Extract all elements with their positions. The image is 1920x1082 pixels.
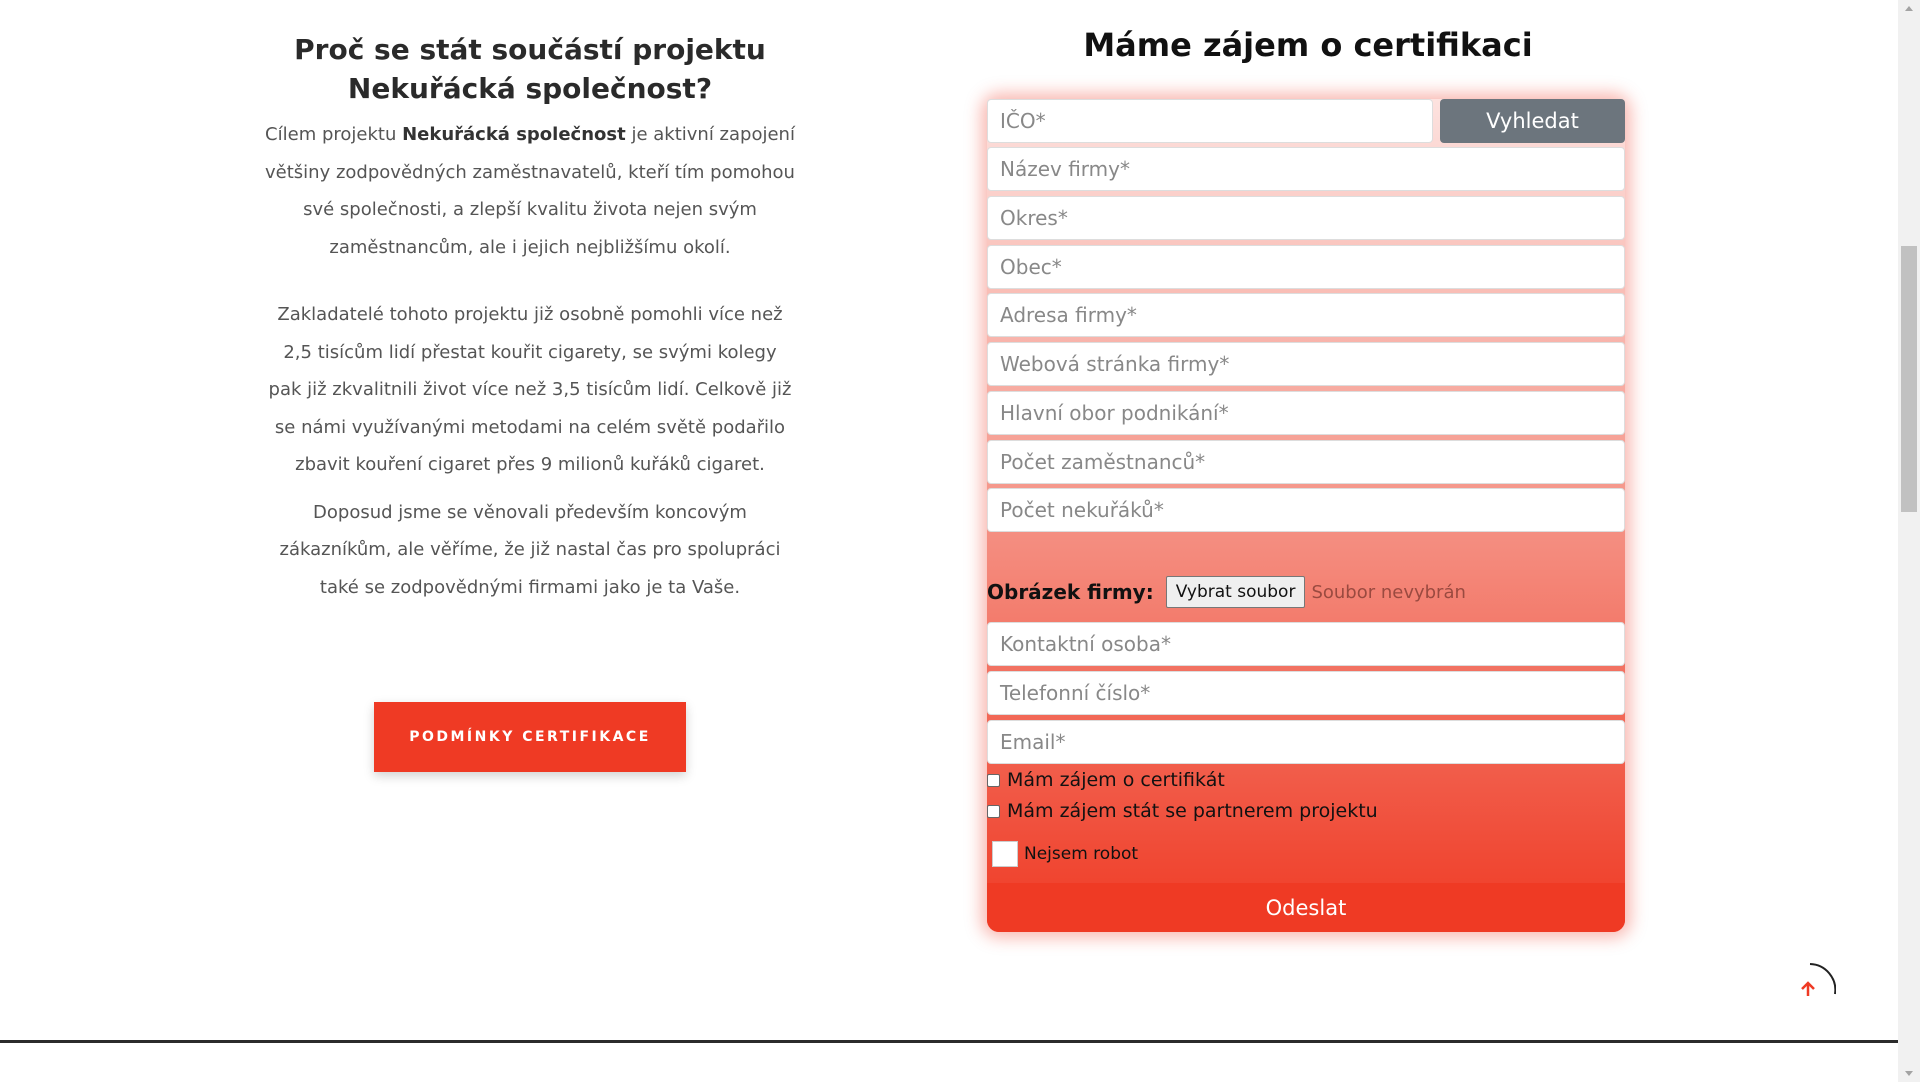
heading-line-1: Proč se stát součástí projektu	[294, 33, 766, 66]
info-heading: Proč se stát součástí projektu Nekuřácká…	[280, 30, 780, 108]
captcha-row: Nejsem robot	[992, 841, 1138, 867]
nonsmokers-count-input[interactable]: Počet nekuřáků*	[987, 488, 1625, 532]
file-status: Soubor nevybrán	[1311, 581, 1466, 603]
back-to-top-button[interactable]	[1780, 960, 1837, 1016]
contact-person-input[interactable]: Kontaktní osoba*	[987, 622, 1625, 666]
info-section: Proč se stát součástí projektu Nekuřácká…	[265, 30, 795, 772]
scrollbar[interactable]	[1898, 0, 1920, 1082]
para1-text-a: Cílem projektu	[265, 124, 403, 145]
captcha-checkbox[interactable]	[992, 841, 1018, 867]
info-paragraph-3: Doposud jsme se věnovali především konco…	[279, 501, 781, 598]
business-field-input[interactable]: Hlavní obor podnikání*	[987, 391, 1625, 435]
company-image-row: Obrázek firmy: Vybrat soubor Soubor nevy…	[987, 574, 1466, 610]
certification-conditions-button[interactable]: PODMÍNKY CERTIFIKACE	[374, 702, 686, 772]
page: Proč se stát součástí projektu Nekuřácká…	[0, 0, 1920, 1082]
email-input[interactable]: Email*	[987, 720, 1625, 764]
arrow-up-icon	[1801, 963, 1837, 996]
footer-divider	[0, 1040, 1898, 1043]
heading-line-2: Nekuřácká společnost?	[347, 72, 713, 105]
scroll-down-arrow-icon[interactable]	[1898, 1065, 1920, 1082]
captcha-label: Nejsem robot	[1024, 844, 1139, 864]
municipality-input[interactable]: Obec*	[987, 245, 1625, 289]
info-paragraph-2: Zakladatelé tohoto projektu již osobně p…	[268, 304, 792, 475]
certificate-interest-row: Mám zájem o certifikát	[987, 769, 1225, 791]
certification-form: IČO* Vyhledat Název firmy* Okres* Obec* …	[987, 99, 1625, 932]
phone-input[interactable]: Telefonní číslo*	[987, 671, 1625, 715]
partner-interest-checkbox[interactable]	[987, 804, 1000, 818]
search-button[interactable]: Vyhledat	[1440, 99, 1625, 143]
ico-input[interactable]: IČO*	[987, 99, 1433, 143]
employees-count-input[interactable]: Počet zaměstnanců*	[987, 440, 1625, 484]
district-input[interactable]: Okres*	[987, 196, 1625, 240]
scrollbar-thumb[interactable]	[1901, 246, 1917, 512]
certificate-interest-label: Mám zájem o certifikát	[1007, 769, 1225, 791]
info-paragraph-1: Cílem projektu Nekuřácká společnost je a…	[265, 116, 795, 266]
form-title: Máme zájem o certifikaci	[1083, 26, 1533, 64]
choose-file-button[interactable]: Vybrat soubor	[1165, 576, 1306, 608]
certificate-interest-checkbox[interactable]	[987, 773, 1000, 787]
partner-interest-label: Mám zájem stát se partnerem projektu	[1007, 800, 1378, 822]
company-image-label: Obrázek firmy:	[987, 580, 1154, 604]
company-website-input[interactable]: Webová stránka firmy*	[987, 342, 1625, 386]
submit-button[interactable]: Odeslat	[987, 883, 1625, 932]
company-name-input[interactable]: Název firmy*	[987, 147, 1625, 191]
company-address-input[interactable]: Adresa firmy*	[987, 293, 1625, 337]
scroll-up-arrow-icon[interactable]	[1898, 0, 1920, 17]
para1-bold: Nekuřácká společnost	[402, 124, 626, 145]
partner-interest-row: Mám zájem stát se partnerem projektu	[987, 800, 1378, 822]
